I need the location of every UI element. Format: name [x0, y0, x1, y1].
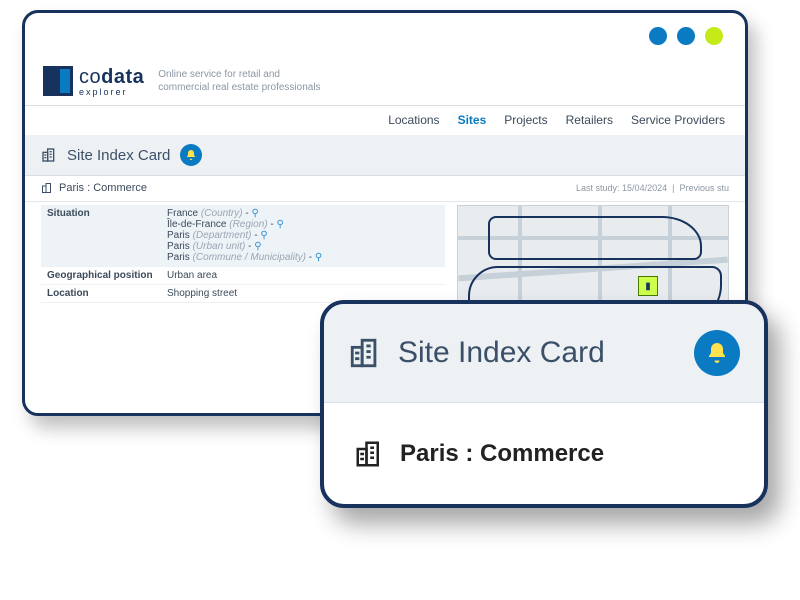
nav-sites[interactable]: Sites [458, 113, 487, 127]
window-dot[interactable] [649, 27, 667, 45]
header: codata explorer Online service for retai… [25, 57, 745, 106]
bell-icon [705, 341, 729, 365]
row-geo: Geographical position Urban area [41, 267, 445, 285]
building-icon [348, 336, 382, 370]
page-titlebar: Site Index Card [25, 135, 745, 176]
tagline: Online service for retail and commercial… [158, 68, 320, 94]
window-dot[interactable] [677, 27, 695, 45]
map-pin-icon[interactable]: ⚲ [277, 219, 284, 230]
main-nav: Locations Sites Projects Retailers Servi… [25, 105, 745, 136]
map-marker-icon[interactable]: ▮ [638, 276, 658, 296]
label: Geographical position [41, 270, 167, 281]
breadcrumb: Paris : Commerce Last study: 15/04/2024 … [25, 175, 745, 202]
logo-mark-icon [43, 66, 73, 96]
map-pin-icon[interactable]: ⚲ [260, 230, 267, 241]
zoom-title: Site Index Card [398, 336, 605, 370]
zoom-site-row: Paris : Commerce [324, 402, 764, 505]
bell-icon [185, 149, 197, 161]
map-pin-icon[interactable]: ⚲ [254, 241, 261, 252]
map-pin-icon[interactable]: ⚲ [315, 252, 322, 263]
window-dot[interactable] [705, 27, 723, 45]
nav-retailers[interactable]: Retailers [566, 113, 613, 127]
building-icon [41, 147, 57, 163]
label: Situation [41, 208, 167, 263]
logo-text: codata [79, 66, 144, 89]
alert-bell-button[interactable] [694, 330, 740, 376]
map-pin-icon[interactable]: ⚲ [251, 208, 258, 219]
label: Location [41, 288, 167, 299]
value: Urban area [167, 270, 445, 281]
building-icon [41, 182, 53, 194]
logo[interactable]: codata explorer [43, 66, 144, 97]
nav-projects[interactable]: Projects [504, 113, 547, 127]
zoom-titlebar: Site Index Card [324, 304, 764, 402]
row-situation: Situation France (Country) - ⚲ Île-de-Fr… [41, 205, 445, 267]
zoom-card: Site Index Card Paris : Commerce [320, 300, 768, 508]
window-controls [649, 27, 723, 45]
breadcrumb-meta: Last study: 15/04/2024 | Previous stu [576, 183, 729, 193]
page-title: Site Index Card [67, 147, 170, 164]
building-icon [354, 439, 384, 469]
nav-service-providers[interactable]: Service Providers [631, 113, 725, 127]
alert-bell-button[interactable] [180, 144, 202, 166]
value: Shopping street [167, 288, 445, 299]
value: France (Country) - ⚲ Île-de-France (Regi… [167, 208, 445, 263]
breadcrumb-site-name: Paris : Commerce [59, 182, 147, 194]
zoom-site-name: Paris : Commerce [400, 440, 604, 468]
nav-locations[interactable]: Locations [388, 113, 439, 127]
